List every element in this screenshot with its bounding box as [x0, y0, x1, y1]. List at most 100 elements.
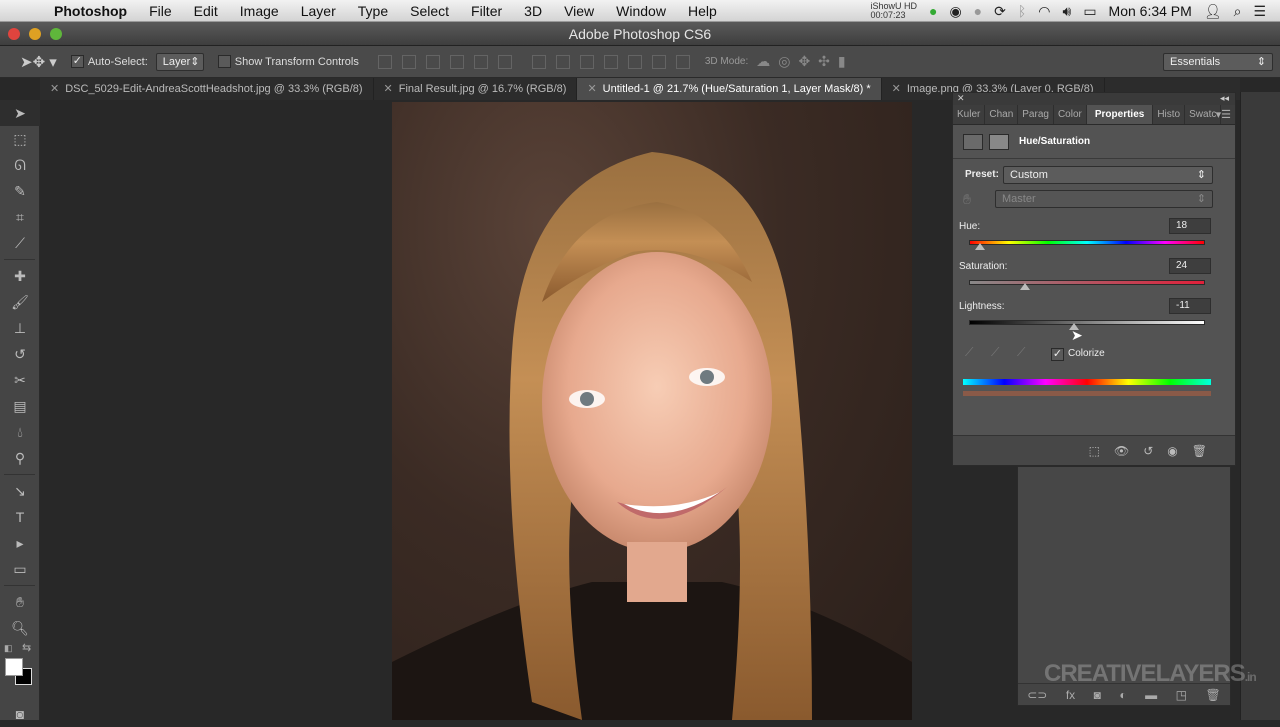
history-brush-tool[interactable]: ↺ — [0, 341, 40, 367]
type-tool[interactable]: T — [0, 504, 40, 530]
doc-tab-final-result[interactable]: ✕ Final Result.jpg @ 16.7% (RGB/8) — [374, 78, 578, 100]
notification-list-icon[interactable]: ☰ — [1253, 3, 1266, 20]
dodge-tool[interactable]: ⚲ — [0, 445, 40, 471]
targeted-adjustment-hand-icon[interactable]: ✋︎ — [963, 191, 971, 208]
tab-history[interactable]: Histo — [1153, 105, 1186, 124]
close-tab-icon[interactable]: ✕ — [384, 78, 393, 100]
eyedropper-minus-icon[interactable]: ⟋ — [1017, 345, 1025, 360]
eyedropper-plus-icon[interactable]: ⟋ — [991, 345, 999, 360]
distribute-hcenter-icon[interactable] — [627, 54, 642, 69]
distribute-top-icon[interactable] — [531, 54, 546, 69]
menu-3d[interactable]: 3D — [524, 3, 542, 19]
crop-tool[interactable]: ⌗ — [0, 204, 40, 230]
distribute-bottom-icon[interactable] — [579, 54, 594, 69]
add-mask-icon[interactable]: ◙ — [1094, 688, 1101, 702]
pen-tool[interactable]: ↘ — [0, 478, 40, 504]
eyedropper-tool[interactable]: ⟋ — [0, 230, 40, 256]
menu-select[interactable]: Select — [410, 3, 449, 19]
foreground-color-swatch[interactable] — [5, 658, 23, 676]
path-selection-tool[interactable]: ▸ — [0, 530, 40, 556]
auto-align-icon[interactable] — [675, 54, 690, 69]
lasso-tool[interactable]: ᘏ — [0, 152, 40, 178]
battery-icon[interactable]: ▭ — [1083, 3, 1096, 20]
align-hcenter-icon[interactable] — [473, 54, 488, 69]
clone-stamp-tool[interactable]: ⊥ — [0, 315, 40, 341]
collapse-panel-icon[interactable]: ◂◂ — [1220, 93, 1229, 104]
menu-help[interactable]: Help — [688, 3, 717, 19]
wifi-icon[interactable]: ◠ — [1038, 3, 1050, 20]
quick-select-tool[interactable]: ✎ — [0, 178, 40, 204]
menu-filter[interactable]: Filter — [471, 3, 502, 19]
align-vcenter-icon[interactable] — [401, 54, 416, 69]
close-tab-icon[interactable]: ✕ — [892, 78, 901, 100]
new-group-folder-icon[interactable]: ▬ — [1145, 688, 1157, 702]
tab-channels[interactable]: Chan — [985, 105, 1019, 124]
align-top-icon[interactable] — [377, 54, 392, 69]
view-previous-icon[interactable]: 👁︎ — [1114, 444, 1129, 458]
new-layer-icon[interactable]: ◳ — [1176, 688, 1187, 702]
menu-type[interactable]: Type — [358, 3, 388, 19]
show-transform-checkbox[interactable] — [217, 55, 235, 68]
close-tab-icon[interactable]: ✕ — [587, 78, 596, 100]
align-left-icon[interactable] — [449, 54, 464, 69]
saturation-input[interactable]: 24 — [1169, 258, 1211, 274]
doc-tab-headshot[interactable]: ✕ DSC_5029-Edit-AndreaScottHeadshot.jpg @… — [40, 78, 374, 100]
sync-icon[interactable]: ⟳ — [994, 3, 1006, 20]
spotlight-search-icon[interactable]: ⌕ — [1234, 3, 1242, 20]
quick-mask-icon[interactable]: ◙ — [0, 701, 40, 727]
delete-layer-icon[interactable]: 🗑︎ — [1205, 688, 1220, 702]
saturation-slider-thumb[interactable] — [1020, 283, 1030, 290]
hand-tool[interactable]: ✋︎ — [0, 589, 40, 615]
default-colors-icon[interactable]: ◧ — [4, 643, 13, 654]
visibility-icon[interactable]: ◉ — [1167, 444, 1177, 458]
blur-tool[interactable]: 💧︎ — [0, 419, 40, 445]
doc-tab-untitled[interactable]: ✕ Untitled-1 @ 21.7% (Hue/Saturation 1, L… — [577, 78, 882, 100]
tab-color[interactable]: Color — [1054, 105, 1087, 124]
dots-icon[interactable]: ● — [974, 3, 982, 19]
align-right-icon[interactable] — [497, 54, 512, 69]
user-icon[interactable]: 👤︎ — [1204, 3, 1222, 20]
clip-to-layer-icon[interactable]: ⬚ — [1089, 444, 1100, 458]
hue-slider[interactable] — [969, 240, 1205, 245]
close-tab-icon[interactable]: ✕ — [50, 78, 59, 100]
menu-view[interactable]: View — [564, 3, 594, 19]
tab-properties[interactable]: Properties — [1086, 105, 1154, 124]
eyedropper-icon[interactable]: ⟋ — [965, 345, 973, 360]
close-window-button[interactable] — [8, 28, 20, 40]
auto-select-checkbox[interactable]: ✓ — [70, 55, 88, 68]
swap-colors-icon[interactable]: ⇆ — [22, 641, 31, 654]
app-status-icon[interactable]: ◉ — [949, 3, 961, 20]
gradient-tool[interactable]: ▤ — [0, 393, 40, 419]
menu-image[interactable]: Image — [240, 3, 279, 19]
distribute-vcenter-icon[interactable] — [555, 54, 570, 69]
reset-icon[interactable]: ↺ — [1143, 444, 1153, 458]
brush-tool[interactable]: 🖌︎ — [0, 289, 40, 315]
link-layers-icon[interactable]: ⊂⊃ — [1027, 688, 1047, 702]
preset-dropdown[interactable]: Custom ⇕ — [1003, 166, 1213, 184]
rectangle-tool[interactable]: ▭ — [0, 556, 40, 582]
healing-brush-tool[interactable]: ✚ — [0, 263, 40, 289]
clock[interactable]: Mon 6:34 PM — [1109, 3, 1192, 19]
layer-style-fx-icon[interactable]: fx — [1066, 688, 1075, 702]
distribute-right-icon[interactable] — [651, 54, 666, 69]
lightness-slider[interactable] — [969, 320, 1205, 325]
channel-dropdown[interactable]: Master ⇕ — [995, 190, 1213, 208]
auto-select-dropdown[interactable]: Layer ⇕ — [155, 52, 204, 71]
menu-edit[interactable]: Edit — [194, 3, 218, 19]
tab-paragraph[interactable]: Parag — [1018, 105, 1054, 124]
align-bottom-icon[interactable] — [425, 54, 440, 69]
menu-app[interactable]: Photoshop — [54, 3, 127, 19]
close-panel-icon[interactable]: ✕ — [957, 93, 965, 104]
volume-icon[interactable]: 🔊︎ — [1062, 3, 1071, 20]
recorder-status[interactable]: iShowU HD 00:07:23 — [870, 2, 917, 20]
3d-mode-icons[interactable]: ☁◎✥✣▮ — [756, 53, 853, 70]
tool-preset-picker[interactable]: ➤✥ ▾ — [20, 53, 57, 71]
move-tool[interactable]: ➤ — [0, 100, 40, 126]
zoom-window-button[interactable] — [50, 28, 62, 40]
delete-adjustment-icon[interactable]: 🗑︎ — [1192, 444, 1207, 458]
marquee-tool[interactable]: ⬚ — [0, 126, 40, 152]
distribute-left-icon[interactable] — [603, 54, 618, 69]
menu-file[interactable]: File — [149, 3, 172, 19]
zoom-tool[interactable]: 🔍︎ — [0, 615, 40, 641]
panel-menu-icon[interactable]: ▾☰ — [1216, 105, 1231, 125]
